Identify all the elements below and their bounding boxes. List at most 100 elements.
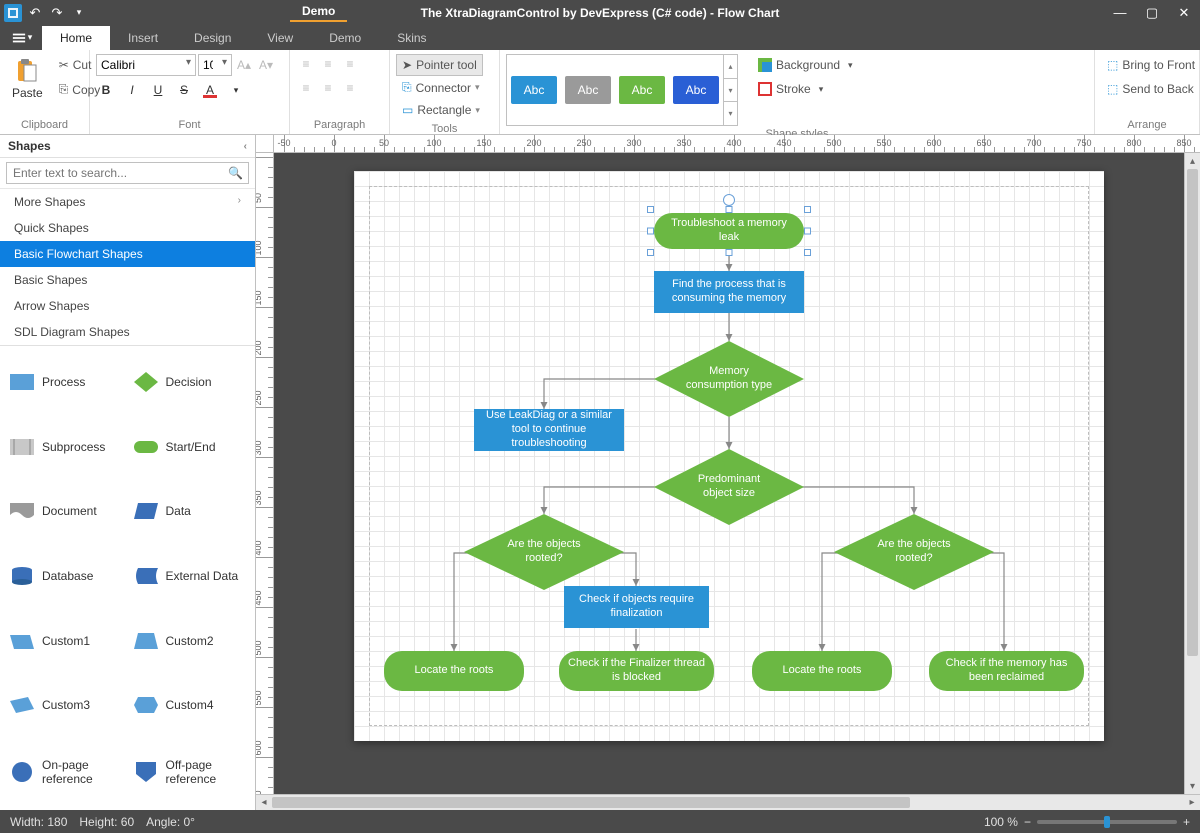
tab-home[interactable]: Home — [42, 26, 110, 50]
zoom-slider[interactable] — [1037, 820, 1177, 824]
undo-icon[interactable]: ↶ — [26, 4, 44, 22]
shape-process[interactable]: Process — [6, 354, 126, 411]
maximize-button[interactable]: ▢ — [1136, 0, 1168, 25]
shape-custom4[interactable]: Custom4 — [130, 677, 250, 734]
node-process-1[interactable]: Find the process that is consuming the m… — [654, 271, 804, 313]
style-gallery[interactable]: AbcAbcAbcAbc ▴▾▾ — [506, 54, 738, 126]
shape-on-page-reference[interactable]: On-page reference — [6, 741, 126, 802]
search-icon[interactable]: 🔍 — [228, 166, 243, 180]
redo-icon[interactable]: ↷ — [48, 4, 66, 22]
shape-start-end[interactable]: Start/End — [130, 419, 250, 476]
shape-external-data[interactable]: External Data — [130, 548, 250, 605]
category-4[interactable]: Arrow Shapes — [0, 293, 255, 319]
tab-insert[interactable]: Insert — [110, 26, 176, 50]
node-end-4[interactable]: Check if the memory has been reclaimed — [929, 651, 1084, 691]
node-end-2[interactable]: Check if the Finalizer thread is blocked — [559, 651, 714, 691]
connector-tool-button[interactable]: ⎘Connector▾ — [396, 76, 486, 99]
grow-font-icon[interactable]: A▴ — [234, 55, 254, 75]
shape-icon — [8, 499, 36, 523]
font-name-input[interactable] — [96, 54, 196, 76]
align-left-icon[interactable]: ≡ — [296, 78, 316, 98]
gallery-down-icon[interactable]: ▾ — [724, 78, 737, 102]
node-process-2[interactable]: Use LeakDiag or a similar tool to contin… — [474, 409, 624, 451]
scroll-left-icon: ◂ — [256, 795, 272, 811]
app-icon[interactable] — [4, 4, 22, 22]
collapse-panel-icon[interactable]: ‹ — [244, 141, 247, 152]
align-middle-icon[interactable]: ≡ — [318, 54, 338, 74]
horizontal-scrollbar[interactable]: ◂ ▸ — [256, 794, 1200, 810]
node-decision-4[interactable]: Are the objects rooted? — [834, 514, 994, 590]
style-swatch-2[interactable]: Abc — [619, 76, 665, 104]
align-center-icon[interactable]: ≡ — [318, 78, 338, 98]
paste-label: Paste — [12, 86, 43, 100]
category-1[interactable]: Quick Shapes — [0, 215, 255, 241]
diagram-canvas-area: -500501001502002503003504004505005506006… — [256, 135, 1200, 810]
shape-database[interactable]: Database — [6, 548, 126, 605]
tab-demo[interactable]: Demo — [311, 26, 379, 50]
shape-custom2[interactable]: Custom2 — [130, 612, 250, 669]
paste-button[interactable]: Paste — [6, 54, 49, 104]
node-decision-1[interactable]: Memory consumption type — [654, 341, 804, 417]
font-size-input[interactable] — [198, 54, 232, 76]
shape-custom3[interactable]: Custom3 — [6, 677, 126, 734]
vertical-ruler[interactable]: 5010015020025030035040045050055060065070… — [256, 153, 274, 794]
diagram-page[interactable]: Troubleshoot a memory leak Find the proc… — [354, 171, 1104, 741]
vertical-scrollbar[interactable]: ▴ ▾ — [1184, 153, 1200, 794]
align-right-icon[interactable]: ≡ — [340, 78, 360, 98]
send-to-back-button[interactable]: ⬚Send to Back▾ — [1101, 78, 1200, 100]
demo-tab-indicator: Demo — [290, 4, 347, 22]
zoom-in-icon[interactable]: + — [1183, 815, 1190, 829]
style-swatch-3[interactable]: Abc — [673, 76, 719, 104]
bold-button[interactable]: B — [96, 80, 116, 100]
style-swatch-0[interactable]: Abc — [511, 76, 557, 104]
scissors-icon: ✂ — [59, 58, 69, 72]
chevron-right-icon: › — [238, 195, 241, 206]
font-color-dropdown[interactable]: ▾ — [226, 80, 246, 100]
shape-decision[interactable]: Decision — [130, 354, 250, 411]
node-start[interactable]: Troubleshoot a memory leak — [654, 213, 804, 249]
shape-custom1[interactable]: Custom1 — [6, 612, 126, 669]
node-decision-2[interactable]: Predominant object size — [654, 449, 804, 525]
shape-search-input[interactable] — [6, 162, 249, 184]
node-process-3[interactable]: Check if objects require finalization — [564, 586, 709, 628]
category-5[interactable]: SDL Diagram Shapes — [0, 319, 255, 345]
category-2[interactable]: Basic Flowchart Shapes — [0, 241, 255, 267]
horizontal-ruler[interactable]: -500501001502002503003504004505005506006… — [274, 135, 1200, 153]
font-color-button[interactable]: A — [200, 80, 220, 100]
stroke-button[interactable]: Stroke▾ — [752, 78, 859, 100]
italic-button[interactable]: I — [122, 80, 142, 100]
node-end-1[interactable]: Locate the roots — [384, 651, 524, 691]
tab-view[interactable]: View — [249, 26, 311, 50]
send-back-icon: ⬚ — [1107, 82, 1118, 96]
style-swatch-1[interactable]: Abc — [565, 76, 611, 104]
zoom-out-icon[interactable]: − — [1024, 815, 1031, 829]
shape-document[interactable]: Document — [6, 483, 126, 540]
pointer-tool-button[interactable]: ➤Pointer tool — [396, 54, 483, 76]
gallery-up-icon[interactable]: ▴ — [724, 55, 737, 78]
status-height: Height: 60 — [79, 815, 134, 829]
diagram-canvas[interactable]: Troubleshoot a memory leak Find the proc… — [274, 153, 1184, 794]
close-button[interactable]: ✕ — [1168, 0, 1200, 25]
align-top-icon[interactable]: ≡ — [296, 54, 316, 74]
underline-button[interactable]: U — [148, 80, 168, 100]
minimize-button[interactable]: — — [1104, 0, 1136, 25]
qat-dropdown-icon[interactable]: ▾ — [70, 4, 88, 22]
shape-data[interactable]: Data — [130, 483, 250, 540]
category-3[interactable]: Basic Shapes — [0, 267, 255, 293]
rectangle-tool-button[interactable]: ▭Rectangle▾ — [396, 99, 486, 121]
gallery-more-icon[interactable]: ▾ — [724, 101, 737, 125]
bring-to-front-button[interactable]: ⬚Bring to Front▾ — [1101, 54, 1200, 76]
file-button[interactable]: ▾ — [2, 25, 42, 50]
tab-skins[interactable]: Skins — [379, 26, 444, 50]
category-0[interactable]: More Shapes› — [0, 189, 255, 215]
tab-design[interactable]: Design — [176, 26, 249, 50]
node-decision-3[interactable]: Are the objects rooted? — [464, 514, 624, 590]
strike-button[interactable]: S — [174, 80, 194, 100]
align-bottom-icon[interactable]: ≡ — [340, 54, 360, 74]
node-end-3[interactable]: Locate the roots — [752, 651, 892, 691]
shape-off-page-reference[interactable]: Off-page reference — [130, 741, 250, 802]
background-button[interactable]: Background▾ — [752, 54, 859, 76]
shrink-font-icon[interactable]: A▾ — [256, 55, 276, 75]
shape-subprocess[interactable]: Subprocess — [6, 419, 126, 476]
rotate-handle-icon[interactable] — [723, 194, 735, 206]
